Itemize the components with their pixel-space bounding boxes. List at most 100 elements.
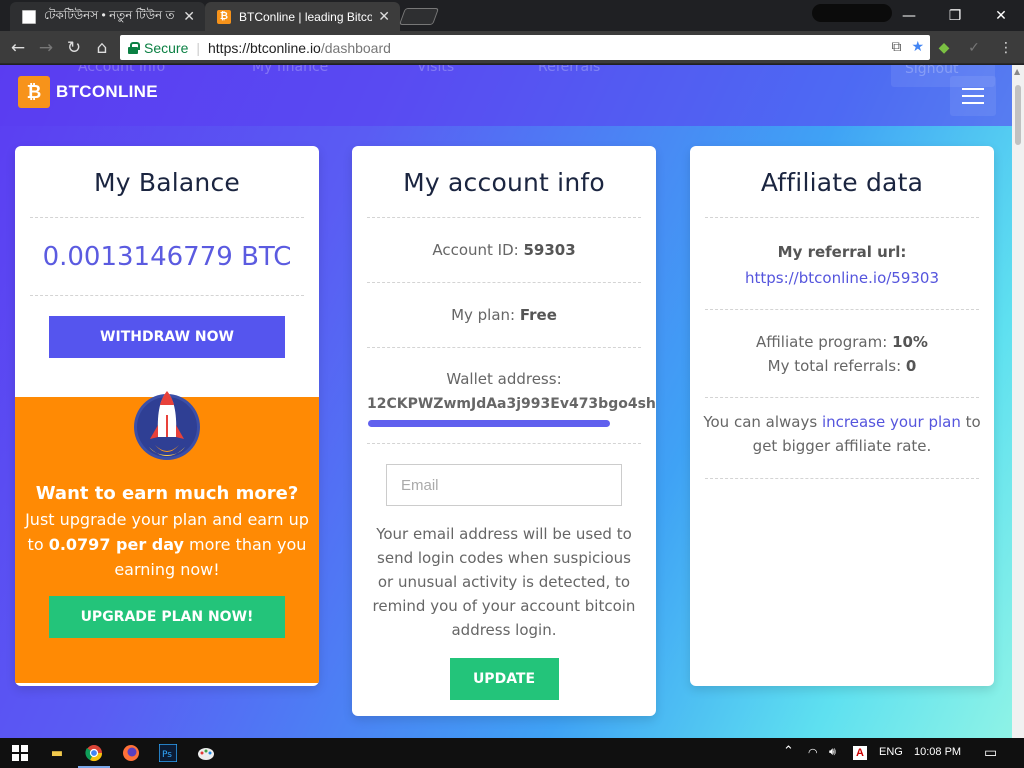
referrals-value: 0 bbox=[905, 357, 917, 375]
svg-text:Ps: Ps bbox=[162, 750, 172, 760]
restore-icon[interactable]: ❐ bbox=[932, 0, 978, 31]
forward-icon[interactable]: → bbox=[35, 37, 57, 59]
reload-icon[interactable]: ↻ bbox=[63, 37, 85, 59]
account-id-value: 59303 bbox=[523, 241, 576, 259]
nav-ghost-account[interactable]: Account info bbox=[78, 65, 165, 75]
scroll-thumb[interactable] bbox=[1015, 85, 1021, 145]
logo-text: BTCONLINE bbox=[56, 82, 158, 101]
account-title: My account info bbox=[403, 168, 605, 197]
network-icon[interactable]: ◠ bbox=[808, 746, 818, 759]
divider bbox=[705, 309, 979, 310]
scroll-up-icon[interactable]: ▲ bbox=[1014, 67, 1020, 76]
upgrade-box: Want to earn much more? Just upgrade you… bbox=[15, 391, 319, 683]
site-header: Account info My finance Visits Referrals… bbox=[0, 65, 1012, 126]
browser-tabstrip: টেকটিউনস • নতুন টিউন ত ✕ ₿ BTConline | l… bbox=[0, 0, 1024, 31]
browser-tab-btconline[interactable]: ₿ BTConline | leading Bitcoin ✕ bbox=[205, 2, 400, 31]
hamburger-menu-icon[interactable] bbox=[950, 76, 996, 116]
affiliate-note-text: You can always bbox=[703, 413, 822, 431]
update-button[interactable]: UPDATE bbox=[449, 658, 559, 700]
url-path: /dashboard bbox=[320, 39, 391, 56]
omnibox-separator: | bbox=[196, 39, 200, 56]
divider bbox=[705, 397, 979, 398]
language-indicator[interactable]: ENG bbox=[879, 746, 903, 758]
divider bbox=[705, 478, 979, 479]
page-scrollbar[interactable]: ▲ bbox=[1012, 65, 1024, 738]
divider bbox=[705, 217, 979, 218]
wallet-label: Wallet address: bbox=[446, 370, 562, 388]
show-hidden-icons[interactable]: ⌃ bbox=[783, 743, 794, 759]
site-logo[interactable]: ₿ BTCONLINE bbox=[18, 76, 158, 108]
wallet-address[interactable]: 12CKPWZwmJdAa3j993Ev473bgo4shy bbox=[352, 396, 656, 412]
referral-url-link[interactable]: https://btconline.io/59303 bbox=[690, 269, 994, 287]
affiliate-program-row: Affiliate program: 10% bbox=[690, 333, 994, 351]
browser-tab-techtunes[interactable]: টেকটিউনস • নতুন টিউন ত ✕ bbox=[10, 2, 205, 31]
affiliate-note: You can always increase your plan to get… bbox=[690, 410, 994, 458]
wallet-scrollbar[interactable] bbox=[368, 420, 610, 427]
chrome-icon[interactable] bbox=[84, 743, 104, 763]
page-viewport: Account info My finance Visits Referrals… bbox=[0, 65, 1012, 738]
balance-value: 0.0013146779 BTC bbox=[42, 242, 292, 272]
tab-title: টেকটিউনস • নতুন টিউন ত bbox=[44, 7, 175, 22]
referral-label: My referral url: bbox=[777, 243, 907, 261]
balance-card: My Balance 0.0013146779 BTC WITHDRAW NOW… bbox=[15, 146, 319, 686]
browser-toolbar: ← → ↻ ⌂ Secure | https://btconline.io/da… bbox=[0, 31, 1024, 64]
account-id-row: Account ID: 59303 bbox=[352, 218, 656, 282]
plan-row: My plan: Free bbox=[352, 283, 656, 347]
firefox-icon[interactable] bbox=[121, 743, 141, 763]
url-host: https://btconline.io bbox=[208, 39, 321, 56]
omnibox-actions: ⧉ ★ bbox=[891, 38, 924, 55]
affiliate-title: Affiliate data bbox=[760, 168, 924, 197]
keyboard-layout-icon[interactable]: A bbox=[853, 746, 867, 760]
bookmark-star-icon[interactable]: ★ bbox=[911, 38, 924, 55]
program-value: 10% bbox=[892, 333, 928, 351]
upgrade-amount: 0.0797 per day bbox=[48, 535, 184, 554]
rocket-icon bbox=[134, 391, 200, 460]
upgrade-text: Just upgrade your plan and earn up to 0.… bbox=[25, 507, 309, 582]
notifications-icon[interactable]: ▭ bbox=[984, 744, 997, 761]
bitcoin-icon: ₿ bbox=[217, 9, 231, 24]
upgrade-plan-button[interactable]: UPGRADE PLAN NOW! bbox=[49, 596, 285, 638]
checkmark-icon[interactable]: ✓ bbox=[965, 39, 983, 57]
bitcoin-icon: ₿ bbox=[18, 76, 50, 108]
menu-dots-icon[interactable]: ⋮ bbox=[997, 39, 1015, 57]
tab-title: BTConline | leading Bitcoin bbox=[239, 9, 373, 24]
back-icon[interactable]: ← bbox=[7, 37, 29, 59]
nav-ghost-referrals[interactable]: Referrals bbox=[538, 65, 600, 75]
close-icon[interactable]: ✕ bbox=[378, 8, 390, 25]
home-icon[interactable]: ⌂ bbox=[91, 37, 113, 59]
new-tab-button[interactable] bbox=[398, 8, 440, 25]
address-bar[interactable]: Secure | https://btconline.io/dashboard … bbox=[120, 35, 930, 60]
windows-taskbar: ▬ Ps ⌃ ◠ 🔊︎ A ENG 10:08 PM ▭ bbox=[0, 738, 1024, 768]
page-icon bbox=[22, 9, 36, 24]
total-referrals-row: My total referrals: 0 bbox=[690, 357, 994, 375]
minimize-icon[interactable]: — bbox=[886, 0, 932, 31]
upgrade-title: Want to earn much more? bbox=[35, 483, 299, 504]
email-note: Your email address will be used to send … bbox=[372, 525, 636, 639]
clock[interactable]: 10:08 PM bbox=[914, 746, 961, 758]
program-label: Affiliate program: bbox=[756, 333, 893, 351]
volume-icon[interactable]: 🔊︎ bbox=[829, 746, 836, 759]
email-field[interactable] bbox=[386, 464, 622, 506]
lock-icon bbox=[128, 41, 140, 54]
secure-label: Secure bbox=[144, 39, 189, 56]
paint-app-icon[interactable] bbox=[196, 743, 216, 763]
referrals-label: My total referrals: bbox=[767, 357, 906, 375]
extension-icon[interactable]: ◆ bbox=[935, 39, 953, 57]
balance-title: My Balance bbox=[93, 168, 241, 197]
account-info-card: My account info Account ID: 59303 My pla… bbox=[352, 146, 656, 716]
plan-label: My plan: bbox=[451, 306, 520, 324]
increase-plan-link[interactable]: increase your plan bbox=[822, 413, 961, 431]
profile-button[interactable] bbox=[812, 4, 892, 22]
windows-start-icon[interactable] bbox=[10, 743, 30, 763]
withdraw-button[interactable]: WITHDRAW NOW bbox=[49, 316, 285, 358]
plan-value: Free bbox=[519, 306, 557, 324]
close-icon[interactable]: ✕ bbox=[183, 8, 195, 25]
affiliate-card: Affiliate data My referral url: https://… bbox=[690, 146, 994, 686]
nav-ghost-visits[interactable]: Visits bbox=[417, 65, 454, 75]
photoshop-icon[interactable]: Ps bbox=[158, 743, 178, 763]
window-close-icon[interactable]: ✕ bbox=[978, 0, 1024, 31]
nav-ghost-finance[interactable]: My finance bbox=[252, 65, 328, 75]
file-explorer-icon[interactable]: ▬ bbox=[47, 743, 67, 763]
divider bbox=[30, 295, 304, 296]
translate-icon[interactable]: ⧉ bbox=[891, 38, 901, 55]
